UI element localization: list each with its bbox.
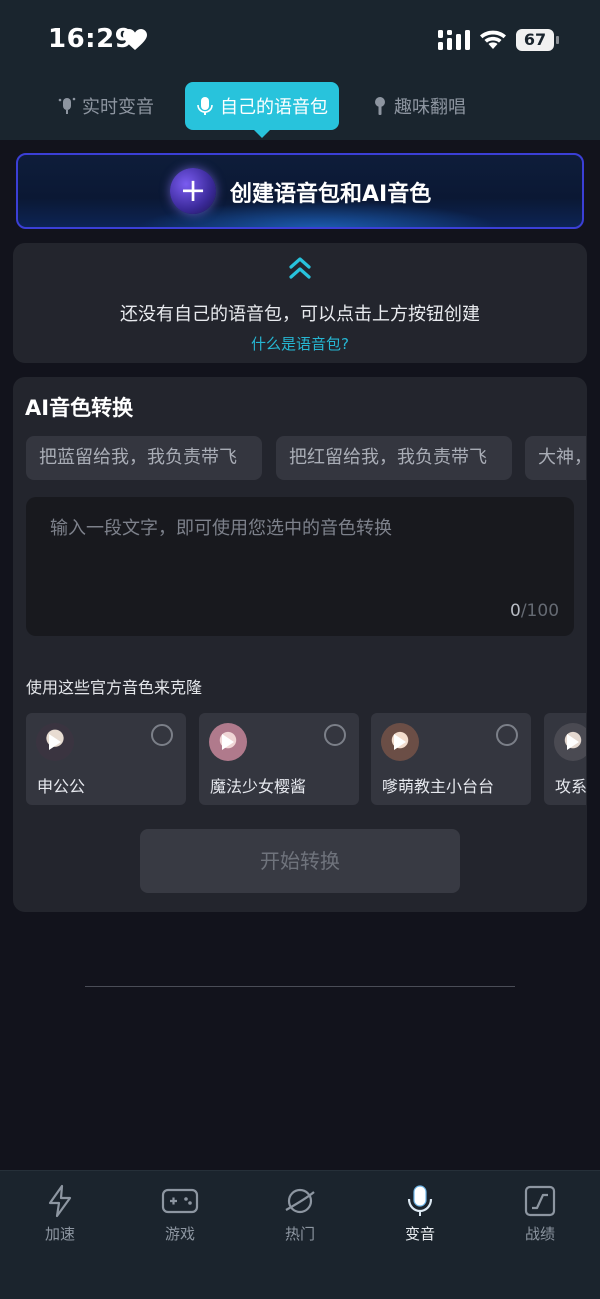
voice-card[interactable]: 攻系 xyxy=(544,713,586,805)
nav-item-games[interactable]: 游戏 xyxy=(140,1180,220,1250)
microphone-icon xyxy=(375,97,385,115)
text-input-placeholder[interactable]: 输入一段文字，即可使用您选中的音色转换 xyxy=(50,514,392,540)
cellular-signal-icon xyxy=(438,30,470,50)
tab-label: 趣味翻唱 xyxy=(394,97,466,118)
voice-name: 魔法少女樱酱 xyxy=(210,777,307,796)
tab-own-voice-pack[interactable]: 自己的语音包 xyxy=(185,82,339,138)
nav-item-stats[interactable]: 战绩 xyxy=(500,1180,580,1250)
divider xyxy=(85,986,515,987)
voice-select-radio[interactable] xyxy=(496,724,518,746)
planet-icon xyxy=(285,1188,315,1214)
voice-select-radio[interactable] xyxy=(324,724,346,746)
voice-card[interactable]: 申公公 xyxy=(26,713,186,805)
voice-select-radio[interactable] xyxy=(151,724,173,746)
voice-card[interactable]: 嗲萌教主小台台 xyxy=(371,713,531,805)
chart-icon xyxy=(524,1185,556,1217)
double-chevron-up-icon xyxy=(289,257,311,279)
battery-level: 67 xyxy=(516,29,554,51)
voice-avatar[interactable] xyxy=(209,723,247,761)
voice-name: 申公公 xyxy=(37,777,86,796)
plus-icon[interactable]: + xyxy=(170,168,216,214)
voice-avatar[interactable] xyxy=(36,723,74,761)
tab-realtime-voice[interactable]: 实时变音 xyxy=(58,86,154,126)
start-convert-button[interactable]: 开始转换 xyxy=(140,829,460,893)
wifi-icon xyxy=(480,30,506,49)
voice-avatar[interactable] xyxy=(554,723,586,761)
gamepad-icon xyxy=(161,1188,199,1214)
microphone-icon xyxy=(197,97,213,115)
voice-card[interactable]: 魔法少女樱酱 xyxy=(199,713,359,805)
battery-indicator: 67 xyxy=(516,29,560,51)
clone-voices-label: 使用这些官方音色来克隆 xyxy=(26,678,203,697)
sample-text-chip[interactable]: 大神， xyxy=(525,436,586,480)
play-icon xyxy=(567,734,579,750)
character-counter: 0/100 xyxy=(510,601,560,621)
section-title: AI音色转换 xyxy=(25,396,134,420)
play-icon xyxy=(394,734,406,750)
tab-label: 自己的语音包 xyxy=(220,97,328,118)
sample-text-chip[interactable]: 把蓝留给我，我负责带飞 xyxy=(26,436,262,480)
what-is-voice-pack-link[interactable]: 什么是语音包? xyxy=(0,333,600,354)
nav-item-accelerate[interactable]: 加速 xyxy=(20,1180,100,1250)
microphone-icon xyxy=(407,1185,433,1216)
play-icon xyxy=(222,734,234,750)
microphone-sparkle-icon xyxy=(58,97,76,114)
sample-text-chip[interactable]: 把红留给我，我负责带飞 xyxy=(276,436,512,480)
status-time: 16:29 xyxy=(48,24,134,54)
lightning-icon xyxy=(48,1184,72,1218)
tab-label: 实时变音 xyxy=(82,97,154,118)
tab-fun-cover[interactable]: 趣味翻唱 xyxy=(372,86,466,126)
nav-item-hot[interactable]: 热门 xyxy=(260,1180,340,1250)
nav-item-voice-change[interactable]: 变音 xyxy=(380,1180,460,1250)
play-icon xyxy=(49,734,61,750)
voice-name: 攻系 xyxy=(555,777,586,796)
voice-name: 嗲萌教主小台台 xyxy=(382,777,495,796)
voice-avatar[interactable] xyxy=(381,723,419,761)
heart-icon xyxy=(123,29,147,50)
create-voice-pack-label[interactable]: 创建语音包和AI音色 xyxy=(230,176,431,208)
empty-state-message: 还没有自己的语音包，可以点击上方按钮创建 xyxy=(120,304,480,325)
